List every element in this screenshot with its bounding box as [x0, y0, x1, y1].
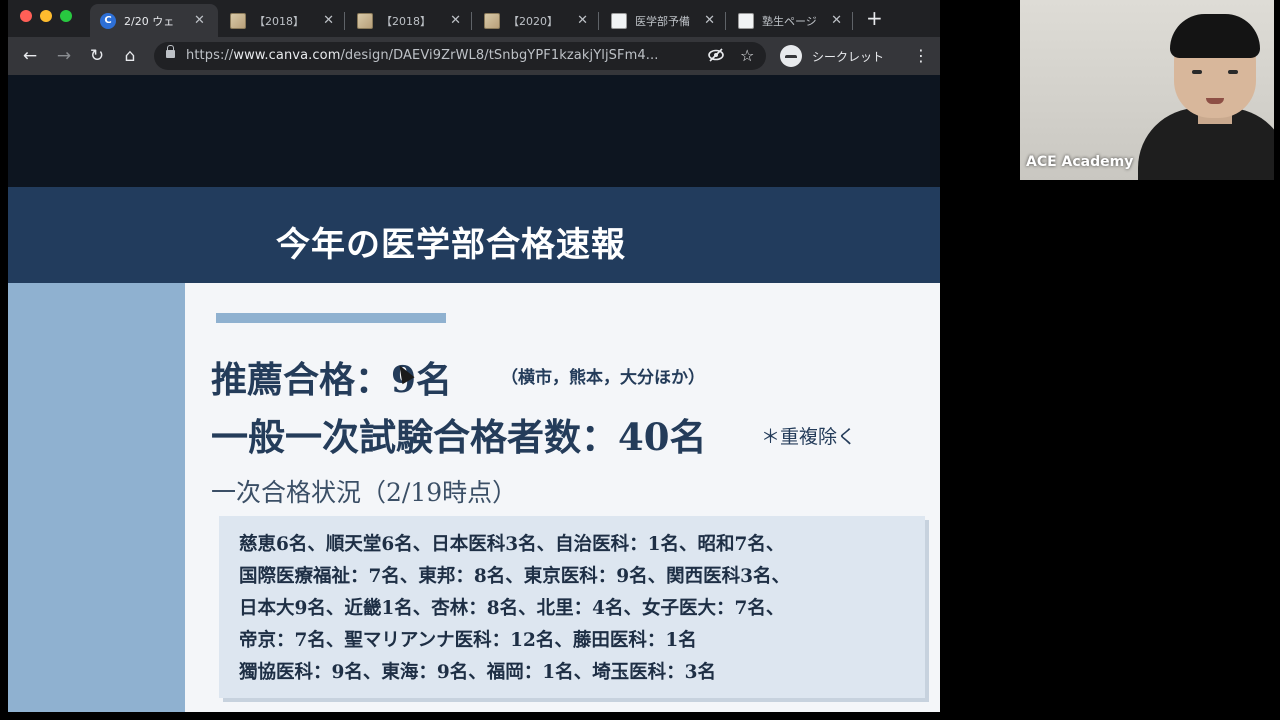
lock-icon[interactable] [166, 45, 175, 58]
accent-bar [216, 313, 446, 323]
reload-icon[interactable]: ↻ [87, 46, 107, 66]
tab-2020[interactable]: 【2020】 ✕ [474, 4, 598, 37]
document-icon [738, 12, 754, 29]
tab-canva-design[interactable]: C 2/20 ウェ ✕ [90, 4, 218, 37]
url-host: www.canva.com [233, 48, 341, 63]
tab-close-icon[interactable]: ✕ [831, 13, 842, 28]
tab-label: 2/20 ウェ [124, 14, 175, 28]
tab-separator [725, 12, 726, 30]
results-box: 慈恵6名、順天堂6名、日本医科3名、自治医科：1名、昭和7名、 国際医療福祉：7… [219, 516, 925, 698]
document-icon [611, 12, 627, 29]
slide-content: 推薦合格：9名 （横市，熊本，大分ほか） 一般一次試験合格者数：40名 ＊重複除… [185, 283, 940, 712]
tab-label: 医学部予備 [635, 14, 690, 28]
tab-separator [344, 12, 345, 30]
first-exam-note: ＊重複除く [761, 426, 857, 448]
browser-window: C 2/20 ウェ ✕ 【2018】 ✕ 【2018】 ✕ 【2020】 ✕ 医… [8, 0, 940, 712]
recommendation-result: 推薦合格：9名 [211, 359, 453, 401]
results-row: 国際医療福祉：7名、東邦：8名、東京医科：9名、関西医科3名、 [239, 566, 790, 587]
tab-separator [852, 12, 853, 30]
results-row: 獨協医科：9名、東海：9名、福岡：1名、埼玉医科：3名 [239, 662, 716, 683]
participant-name: ACE Academy [1026, 154, 1134, 170]
webcam-tile: ACE Academy [1020, 0, 1274, 180]
url-path: /design/DAEVi9ZrWL8/tSnbgYPF1kzakjYljSFm… [340, 48, 659, 63]
bookmark-star-icon[interactable]: ☆ [740, 46, 754, 65]
tab-label: 【2018】 [381, 14, 431, 28]
tab-separator [471, 12, 472, 30]
slide-title: 今年の医学部合格速報 [276, 225, 626, 265]
eye-off-icon[interactable] [708, 48, 724, 66]
tab-2018-b[interactable]: 【2018】 ✕ [347, 4, 471, 37]
results-row: 帝京：7名、聖マリアンナ医科：12名、藤田医科：1名 [239, 630, 697, 651]
participant-eye [1228, 70, 1238, 74]
recommendation-note: （横市，熊本，大分ほか） [501, 368, 705, 388]
tab-close-icon[interactable]: ✕ [577, 13, 588, 28]
back-arrow-icon[interactable]: ← [20, 46, 40, 66]
image-icon [230, 12, 246, 29]
tab-close-icon[interactable]: ✕ [450, 13, 461, 28]
image-icon [357, 12, 373, 29]
tab-strip: C 2/20 ウェ ✕ 【2018】 ✕ 【2018】 ✕ 【2020】 ✕ 医… [8, 0, 940, 37]
results-row: 日本大9名、近畿1名、杏林：8名、北里：4名、女子医大：7名、 [239, 598, 785, 619]
bottom-strip [0, 712, 1280, 720]
tab-label: 塾生ページ [762, 14, 817, 28]
image-icon [484, 12, 500, 29]
tab-close-icon[interactable]: ✕ [704, 13, 715, 28]
slide-top-area [8, 75, 940, 187]
first-exam-result: 一般一次試験合格者数：40名 [211, 415, 707, 459]
url-text: https://www.canva.com/design/DAEVi9ZrWL8… [186, 48, 658, 63]
tab-student-page[interactable]: 塾生ページ ✕ [728, 4, 852, 37]
address-bar[interactable]: https://www.canva.com/design/DAEVi9ZrWL8… [154, 42, 766, 70]
participant-hair [1170, 14, 1260, 58]
close-window-button[interactable] [20, 10, 32, 22]
status-heading: 一次合格状況（2/19時点） [211, 478, 518, 507]
browser-menu-icon[interactable]: ⋮ [913, 46, 929, 66]
maximize-window-button[interactable] [60, 10, 72, 22]
new-tab-icon[interactable]: + [866, 8, 883, 28]
results-row: 慈恵6名、順天堂6名、日本医科3名、自治医科：1名、昭和7名、 [239, 534, 785, 555]
tab-label: 【2020】 [508, 14, 558, 28]
tab-separator [598, 12, 599, 30]
tab-medical-prep[interactable]: 医学部予備 ✕ [601, 4, 725, 37]
tab-close-icon[interactable]: ✕ [194, 13, 205, 28]
browser-toolbar: ← → ↻ ⌂ https://www.canva.com/design/DAE… [8, 37, 940, 75]
forward-arrow-icon[interactable]: → [54, 46, 74, 66]
slide-title-banner: 今年の医学部合格速報 [8, 187, 940, 283]
participant-eye [1192, 70, 1202, 74]
incognito-indicator[interactable]: シークレット [780, 42, 884, 70]
tab-label: 【2018】 [254, 14, 304, 28]
url-scheme: https:// [186, 48, 234, 63]
tab-2018-a[interactable]: 【2018】 ✕ [220, 4, 344, 37]
incognito-label: シークレット [812, 49, 885, 64]
incognito-icon [780, 45, 802, 67]
home-icon[interactable]: ⌂ [120, 46, 140, 66]
minimize-window-button[interactable] [40, 10, 52, 22]
slide-side-panel [8, 283, 185, 712]
tab-close-icon[interactable]: ✕ [323, 13, 334, 28]
canva-icon: C [100, 12, 116, 29]
